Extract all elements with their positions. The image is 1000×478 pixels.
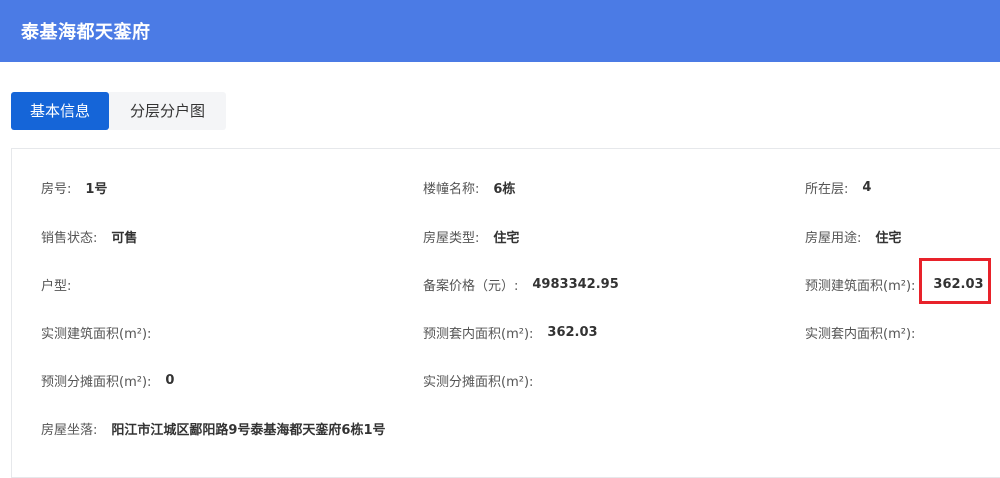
field-value: 6栋 — [493, 181, 516, 197]
tab-bar: 基本信息 分层分户图 — [11, 92, 226, 130]
field-floor: 所在层: 4 — [805, 177, 871, 197]
field-value: 住宅 — [493, 230, 520, 246]
field-label: 房屋坐落: — [41, 422, 98, 438]
field-label: 实测建筑面积(m²): — [41, 326, 152, 342]
field-value: 可售 — [111, 230, 138, 246]
field-label: 户型: — [41, 278, 72, 294]
field-actual-inner-area: 实测套内面积(m²): — [805, 322, 929, 342]
field-building-name: 楼幢名称: 6栋 — [423, 177, 515, 197]
highlight-box — [919, 258, 991, 304]
field-value: 4983342.95 — [532, 276, 619, 292]
field-label: 预测建筑面积(m²): — [805, 278, 916, 294]
field-pred-inner-area: 预测套内面积(m²): 362.03 — [423, 322, 598, 342]
field-actual-building-area: 实测建筑面积(m²): — [41, 322, 165, 342]
field-house-type: 房屋类型: 住宅 — [423, 226, 519, 246]
field-house-use: 房屋用途: 住宅 — [805, 226, 901, 246]
field-value: 4 — [862, 179, 872, 195]
field-actual-shared-area: 实测分摊面积(m²): — [423, 370, 547, 390]
field-value: 362.03 — [547, 324, 598, 340]
field-filed-price: 备案价格（元）: 4983342.95 — [423, 274, 619, 294]
field-layout: 户型: — [41, 274, 85, 294]
field-value: 阳江市江城区鄙阳路9号泰基海都天銮府6栋1号 — [111, 422, 386, 438]
field-pred-shared-area: 预测分摊面积(m²): 0 — [41, 370, 174, 390]
field-label: 房屋类型: — [423, 230, 480, 246]
field-value: 1号 — [85, 181, 108, 197]
field-label: 预测分摊面积(m²): — [41, 374, 152, 390]
field-label: 销售状态: — [41, 230, 98, 246]
field-sale-status: 销售状态: 可售 — [41, 226, 137, 246]
field-value: 住宅 — [875, 230, 902, 246]
tab-floor-plan[interactable]: 分层分户图 — [109, 92, 226, 130]
field-address: 房屋坐落: 阳江市江城区鄙阳路9号泰基海都天銮府6栋1号 — [41, 418, 386, 438]
field-label: 实测套内面积(m²): — [805, 326, 916, 342]
field-label: 预测套内面积(m²): — [423, 326, 534, 342]
field-label: 房号: — [41, 181, 72, 197]
tab-basic-info[interactable]: 基本信息 — [11, 92, 109, 130]
field-label: 备案价格（元）: — [423, 278, 519, 294]
field-label: 所在层: — [805, 181, 849, 197]
field-room-no: 房号: 1号 — [41, 177, 107, 197]
field-label: 实测分摊面积(m²): — [423, 374, 534, 390]
page-title: 泰基海都天銮府 — [21, 22, 151, 43]
page-header: 泰基海都天銮府 — [0, 0, 1000, 62]
field-label: 房屋用途: — [805, 230, 862, 246]
field-label: 楼幢名称: — [423, 181, 480, 197]
field-value: 0 — [165, 372, 175, 388]
